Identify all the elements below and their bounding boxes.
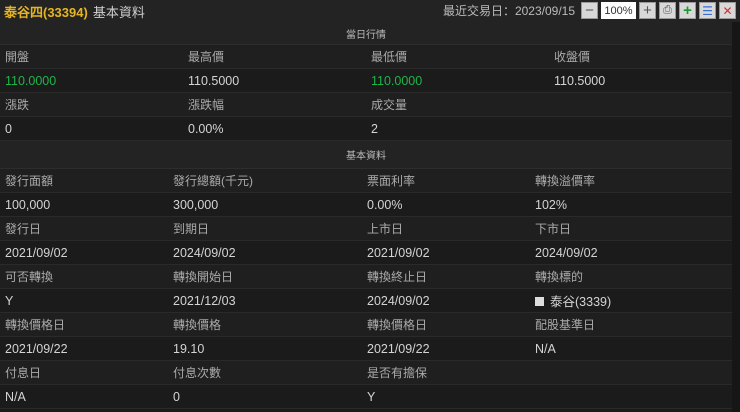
field-value: 19.10 bbox=[173, 341, 205, 356]
field-value: Y bbox=[367, 389, 376, 404]
printer-icon: ⎙ bbox=[663, 4, 672, 16]
field-value: 110.5000 bbox=[554, 73, 606, 88]
field-label: 開盤 bbox=[5, 50, 30, 64]
value-row: 2021/09/02 2024/09/02 2021/09/02 2024/09/02 bbox=[0, 241, 732, 265]
value-row: 100,000 300,000 0.00% 102% bbox=[0, 193, 732, 217]
value-row: N/A 0 Y bbox=[0, 385, 732, 409]
field-value: 2 bbox=[371, 121, 378, 136]
field-value: 102% bbox=[535, 197, 567, 212]
value-row: 110.0000 110.5000 110.0000 110.5000 bbox=[0, 69, 732, 93]
daily-table: 開盤 最高價 最低價 收盤價 110.0000 110.5000 110.0000 110.5… bbox=[0, 45, 732, 141]
underlying-stock[interactable]: 泰谷(3339) bbox=[550, 295, 611, 309]
content: 當日行情 開盤 最高價 最低價 收盤價 110.0000 110.5000 110.0000… bbox=[0, 22, 732, 409]
field-label: 配股基準日 bbox=[535, 318, 596, 332]
field-value: 2021/09/02 bbox=[367, 245, 430, 260]
field-value: 110.5000 bbox=[188, 73, 240, 88]
page-subtitle: 基本資料 bbox=[92, 4, 145, 20]
field-label: 轉換終止日 bbox=[367, 270, 428, 284]
field-value: 2021/12/03 bbox=[173, 293, 236, 308]
field-value: 2024/09/02 bbox=[173, 245, 236, 260]
field-value: N/A bbox=[535, 341, 556, 356]
field-value: 0.00% bbox=[188, 121, 224, 136]
field-label: 轉換價格日 bbox=[5, 318, 66, 332]
field-value: 2024/09/02 bbox=[535, 245, 598, 260]
field-label: 最高價 bbox=[188, 50, 225, 64]
field-label: 轉換價格 bbox=[173, 318, 222, 332]
field-label: 付息次數 bbox=[173, 366, 222, 380]
list-check-button[interactable]: ☰ bbox=[699, 2, 716, 19]
label-row: 發行面額 發行總額(千元) 票面利率 轉換溢價率 bbox=[0, 169, 732, 193]
field-value: 2024/09/02 bbox=[367, 293, 430, 308]
field-value: 2021/09/22 bbox=[5, 341, 68, 356]
zoom-out-button[interactable]: − bbox=[581, 2, 598, 19]
field-label: 發行日 bbox=[5, 222, 42, 236]
add-button[interactable]: + bbox=[679, 2, 696, 19]
field-value: 2021/09/22 bbox=[367, 341, 430, 356]
field-label: 收盤價 bbox=[554, 50, 591, 64]
value-row: 2021/09/22 19.10 2021/09/22 N/A bbox=[0, 337, 732, 361]
label-row: 發行日 到期日 上市日 下市日 bbox=[0, 217, 732, 241]
field-label: 付息日 bbox=[5, 366, 42, 380]
field-label: 下市日 bbox=[535, 222, 572, 236]
field-label: 上市日 bbox=[367, 222, 404, 236]
title-bar: 泰谷四(33394) 基本資料 最近交易日：2023/09/15 − 100% … bbox=[0, 0, 740, 22]
field-label: 成交量 bbox=[371, 98, 408, 112]
bond-name: 泰谷四(33394) bbox=[4, 4, 88, 20]
field-label: 發行總額(千元) bbox=[173, 174, 253, 188]
field-value: 0.00% bbox=[367, 197, 403, 212]
checkbox[interactable] bbox=[535, 297, 544, 306]
field-label: 發行面額 bbox=[5, 174, 54, 188]
field-label: 可否轉換 bbox=[5, 270, 54, 284]
label-row: 漲跌 漲跌幅 成交量 bbox=[0, 93, 732, 117]
zoom-level[interactable]: 100% bbox=[601, 2, 636, 19]
field-label: 轉換開始日 bbox=[173, 270, 234, 284]
list-remove-icon: ✕ bbox=[722, 3, 733, 18]
label-row: 開盤 最高價 最低價 收盤價 bbox=[0, 45, 732, 69]
field-label: 到期日 bbox=[173, 222, 210, 236]
label-row: 轉換價格日 轉換價格 轉換價格日 配股基準日 bbox=[0, 313, 732, 337]
field-value: N/A bbox=[5, 389, 26, 404]
field-label: 轉換溢價率 bbox=[535, 174, 596, 188]
value-row: Y 2021/12/03 2024/09/02 泰谷(3339) bbox=[0, 289, 732, 313]
basic-table: 發行面額 發行總額(千元) 票面利率 轉換溢價率 100,000 300,000 0.00%… bbox=[0, 169, 732, 409]
field-label: 漲跌 bbox=[5, 98, 30, 112]
scrollbar[interactable] bbox=[732, 22, 740, 412]
field-label: 最低價 bbox=[371, 50, 408, 64]
field-value: 2021/09/02 bbox=[5, 245, 68, 260]
list-remove-button[interactable]: ✕ bbox=[719, 2, 736, 19]
green-plus-icon: + bbox=[683, 2, 692, 19]
label-row: 付息日 付息次數 是否有擔保 bbox=[0, 361, 732, 385]
trade-date: 最近交易日：2023/09/15 bbox=[442, 4, 575, 18]
toolbar: 最近交易日：2023/09/15 − 100% + ⎙ + ☰ ✕ bbox=[443, 2, 736, 19]
plus-icon: + bbox=[643, 2, 652, 19]
zoom-in-button[interactable]: + bbox=[639, 2, 656, 19]
field-value: 0 bbox=[173, 389, 180, 404]
field-label: 票面利率 bbox=[367, 174, 416, 188]
field-label: 轉換標的 bbox=[535, 270, 584, 284]
label-row: 可否轉換 轉換開始日 轉換終止日 轉換標的 bbox=[0, 265, 732, 289]
field-value: 泰谷(3339) bbox=[530, 291, 713, 310]
field-value: 100,000 bbox=[5, 197, 51, 212]
field-label: 漲跌幅 bbox=[188, 98, 225, 112]
field-label: 轉換價格日 bbox=[367, 318, 428, 332]
field-value: 0 bbox=[5, 121, 12, 136]
field-value: 110.0000 bbox=[5, 73, 57, 88]
field-value: 300,000 bbox=[173, 197, 219, 212]
section-basic-header: 基本資料 bbox=[0, 141, 732, 169]
field-value: 110.0000 bbox=[371, 73, 423, 88]
value-row: 0 0.00% 2 bbox=[0, 117, 732, 141]
minus-icon: − bbox=[585, 2, 594, 19]
print-button[interactable]: ⎙ bbox=[659, 2, 676, 19]
field-label: 是否有擔保 bbox=[367, 366, 428, 380]
checklist-icon: ☰ bbox=[702, 3, 713, 18]
section-daily-header: 當日行情 bbox=[0, 22, 732, 45]
field-value: Y bbox=[5, 293, 14, 308]
